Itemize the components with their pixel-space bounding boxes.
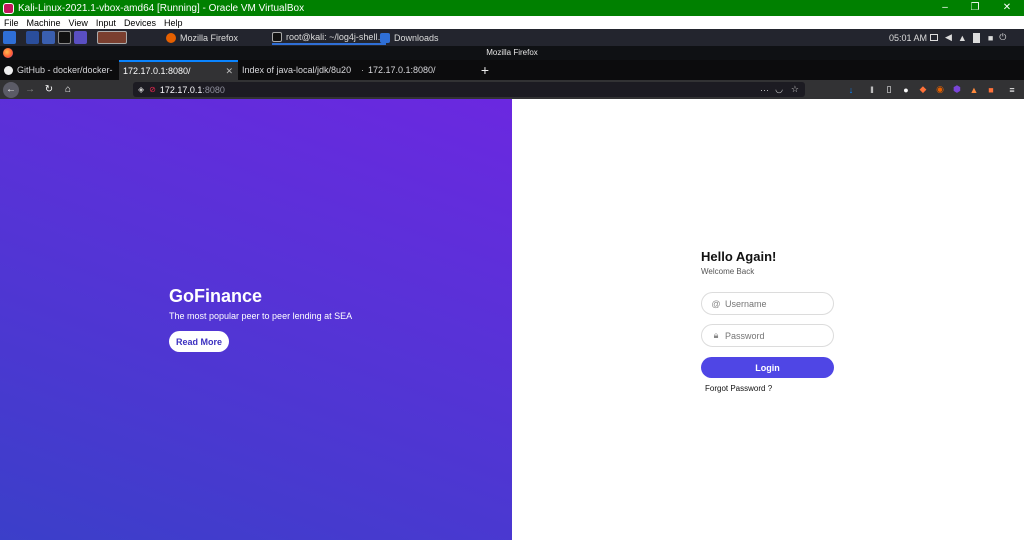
hero-panel: GoFinance The most popular peer to peer … (0, 99, 512, 540)
forward-icon[interactable]: → (22, 82, 38, 98)
extension-foxyproxy-icon[interactable]: ■ (985, 84, 997, 96)
pocket-icon[interactable]: ◡ (775, 84, 783, 95)
page-actions-icon[interactable]: ··· (760, 85, 769, 95)
username-field[interactable]: @ (701, 292, 834, 315)
at-icon: @ (711, 298, 721, 309)
power-icon[interactable]: ⏻ (999, 32, 1006, 43)
extension-purple-icon[interactable]: ⬢ (951, 84, 963, 96)
github-icon (4, 65, 13, 75)
menu-help[interactable]: Help (164, 18, 183, 28)
close-tab-icon[interactable]: ✕ (225, 66, 233, 77)
extension-fox-icon[interactable]: ◆ (917, 84, 929, 96)
task-label: Mozilla Firefox (180, 32, 239, 43)
navigation-bar: ← → ↻ ⌂ ◈ ⊘ 172.17.0.1:8080 ··· ◡ ☆ ↓ ‖ … (0, 80, 1024, 99)
clock: 05:01 AM (889, 30, 927, 45)
clock-label: 05:01 AM (889, 32, 928, 43)
terminal-icon[interactable] (58, 31, 71, 44)
login-button[interactable]: Login (701, 357, 834, 378)
tab-index-java[interactable]: Index of java-local/jdk/8u20 (238, 60, 357, 80)
account-icon[interactable]: ● (900, 84, 912, 96)
lock-icon[interactable]: ■ (988, 33, 993, 43)
folder-icon (380, 32, 390, 43)
kali-panel (0, 29, 1024, 46)
menu-file[interactable]: File (4, 18, 19, 28)
shield-icon[interactable]: ◈ (138, 85, 144, 94)
task-label: Downloads (394, 32, 439, 43)
menu-machine[interactable]: Machine (27, 18, 61, 28)
url-host: 172.17.0.1 (159, 84, 203, 95)
tab-label: 172.17.0.1:8080/ (123, 66, 191, 76)
web-page: GoFinance The most popular peer to peer … (0, 99, 1024, 540)
task-downloads[interactable]: Downloads (380, 30, 439, 45)
username-input[interactable] (725, 298, 825, 309)
library-icon[interactable]: ‖ (866, 84, 878, 96)
read-more-button[interactable]: Read More (169, 331, 229, 352)
task-terminal[interactable]: root@kali: ~/log4j-shell… (272, 30, 387, 45)
tab-gofinance-2[interactable]: · 172.17.0.1:8080/ (357, 60, 476, 80)
virtualbox-window-title: Kali-Linux-2021.1-vbox-amd64 [Running] -… (18, 2, 305, 14)
virtualbox-titlebar: Kali-Linux-2021.1-vbox-amd64 [Running] -… (0, 0, 1024, 16)
virtualbox-icon (3, 2, 14, 14)
tab-label: GitHub - docker/docker- (17, 65, 113, 75)
firefox-window-title: Mozilla Firefox (486, 48, 538, 57)
notification-icon[interactable]: ▲ (958, 33, 967, 43)
desktop-1-icon[interactable] (26, 31, 39, 44)
task-label: root@kali: ~/log4j-shell… (286, 31, 387, 42)
sidebar-icon[interactable]: ▯ (883, 84, 895, 96)
firefox-logo-icon (3, 48, 13, 58)
file-manager-icon[interactable] (42, 31, 55, 44)
lock-icon: 🔒︎ (713, 330, 719, 340)
home-icon[interactable]: ⌂ (60, 82, 76, 98)
login-title: Hello Again! (701, 249, 777, 264)
hero-subtitle: The most popular peer to peer lending at… (169, 311, 353, 321)
password-input[interactable] (725, 330, 825, 341)
tray: ◀ ▲ ■ ⏻ (930, 30, 1006, 45)
virtualbox-menubar: File Machine View Input Devices Help (0, 16, 1024, 29)
battery-icon[interactable] (972, 32, 980, 43)
extension-icon[interactable]: ◉ (934, 84, 946, 96)
tab-label: Index of java-local/jdk/8u20 (242, 65, 352, 75)
menu-hamburger-icon[interactable]: ≡ (1006, 84, 1018, 96)
menu-devices[interactable]: Devices (124, 18, 156, 28)
close-button[interactable]: ✕ (992, 0, 1022, 16)
maximize-button[interactable]: ❐ (960, 0, 990, 16)
firefox-icon (166, 32, 176, 43)
forgot-password-link[interactable]: Forgot Password ? (705, 384, 772, 393)
toolbar-right: ↓ ‖ ▯ ● ◆ ◉ ⬢ ▲ ■ ≡ (840, 82, 1018, 97)
workspace-icon[interactable] (74, 31, 87, 44)
tab-icon: · (361, 65, 364, 75)
task-firefox[interactable]: Mozilla Firefox (166, 30, 238, 45)
url-bar[interactable]: ◈ ⊘ 172.17.0.1:8080 ··· ◡ ☆ (133, 82, 805, 97)
password-field[interactable]: 🔒︎ (701, 324, 834, 347)
firefox-titlebar: Mozilla Firefox (0, 46, 1024, 60)
workspace-preview[interactable] (97, 31, 127, 44)
hero-title: GoFinance (169, 286, 263, 306)
terminal-icon (272, 31, 282, 42)
minimize-button[interactable]: – (930, 0, 960, 16)
menu-view[interactable]: View (69, 18, 88, 28)
volume-icon[interactable]: ◀ (945, 32, 952, 43)
back-icon[interactable]: ← (3, 81, 19, 98)
reload-icon[interactable]: ↻ (41, 82, 57, 98)
new-tab-button[interactable]: + (476, 60, 494, 80)
insecure-lock-icon[interactable]: ⊘ (149, 85, 156, 94)
bookmark-star-icon[interactable]: ☆ (791, 84, 799, 95)
tab-label: 172.17.0.1:8080/ (368, 65, 436, 75)
tab-bar: GitHub - docker/docker- 172.17.0.1:8080/… (0, 60, 1024, 80)
tab-github[interactable]: GitHub - docker/docker- (0, 60, 119, 80)
tab-gofinance-active[interactable]: 172.17.0.1:8080/ ✕ (119, 60, 238, 80)
login-subtitle: Welcome Back (701, 267, 755, 276)
url-port: :8080 (202, 84, 225, 95)
menu-input[interactable]: Input (96, 18, 116, 28)
login-panel: Hello Again! Welcome Back @ 🔒︎ Login For… (512, 99, 1024, 540)
display-icon[interactable] (930, 34, 938, 41)
extension-metamask-icon[interactable]: ▲ (968, 84, 980, 96)
kali-menu-icon[interactable] (3, 31, 16, 44)
download-icon[interactable]: ↓ (845, 84, 857, 96)
